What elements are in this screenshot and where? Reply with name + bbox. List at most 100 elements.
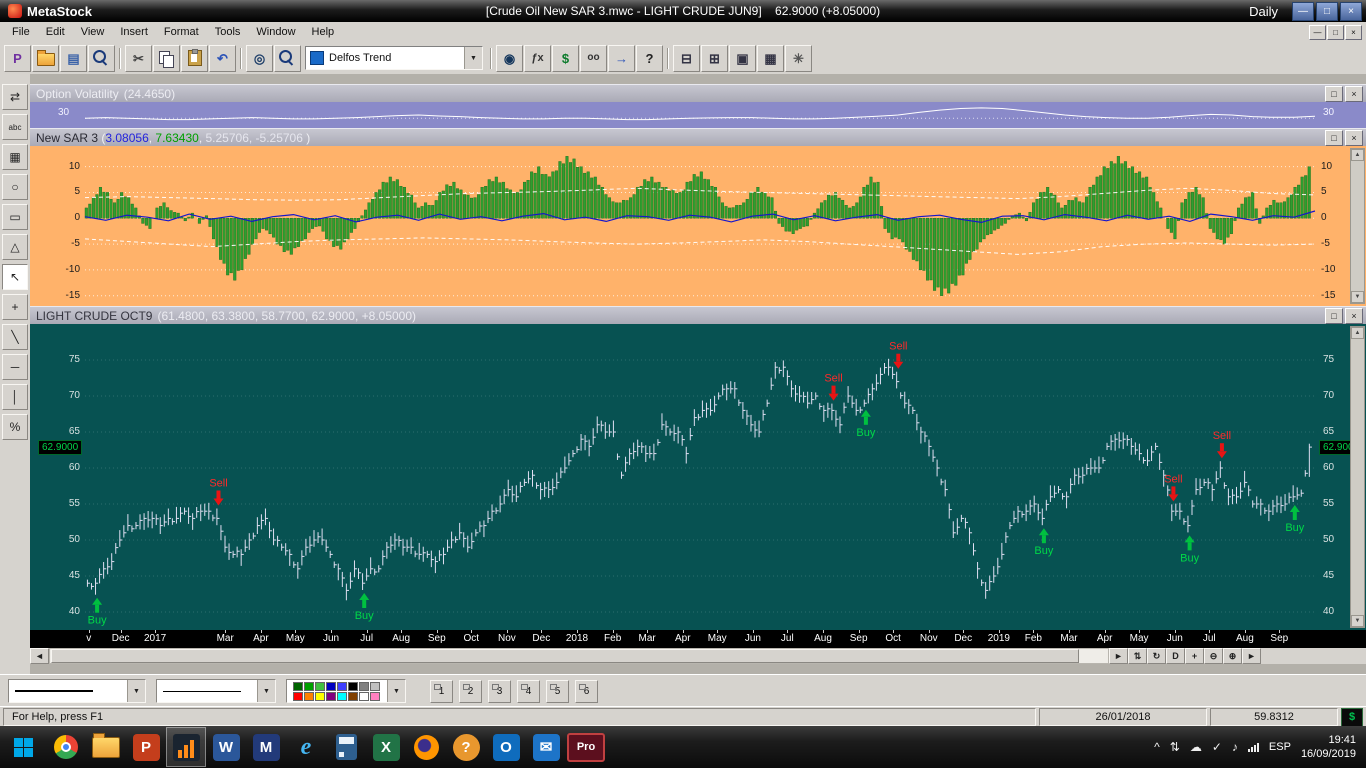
- tile-columns-button[interactable]: ⊞: [701, 45, 728, 72]
- scroll-down-arrow[interactable]: ▼: [1351, 615, 1364, 627]
- line-style-select[interactable]: ▼: [156, 679, 276, 703]
- menu-view[interactable]: View: [73, 24, 113, 40]
- menu-edit[interactable]: Edit: [38, 24, 73, 40]
- tray-cloud-icon[interactable]: ☁: [1190, 740, 1202, 754]
- zoom-in-button[interactable]: ⊕: [1223, 648, 1242, 664]
- undo-button[interactable]: ↶: [209, 45, 236, 72]
- taskbar-chrome-icon[interactable]: [46, 727, 86, 767]
- chart-view-4-button[interactable]: 4: [517, 680, 540, 703]
- color-select[interactable]: ▼: [286, 679, 406, 703]
- workspace-options-button[interactable]: ✳: [785, 45, 812, 72]
- color-swatch[interactable]: [326, 682, 336, 691]
- taskbar-word-icon[interactable]: W: [206, 727, 246, 767]
- taskbar-excel-icon[interactable]: X: [366, 727, 406, 767]
- color-swatch[interactable]: [315, 692, 325, 701]
- combo-dropdown-arrow[interactable]: ▼: [257, 680, 275, 702]
- vertical-line-tool[interactable]: │: [2, 384, 28, 410]
- maximize-button[interactable]: □: [1316, 2, 1338, 21]
- panel-restore-button[interactable]: □: [1325, 86, 1343, 102]
- taskbar-metastock-active-icon[interactable]: [166, 727, 206, 767]
- price-chart[interactable]: BuySellBuySellBuySellBuySellBuySellBuy75…: [30, 324, 1366, 630]
- menu-format[interactable]: Format: [156, 24, 207, 40]
- taskbar-mail-icon[interactable]: ✉: [526, 727, 566, 767]
- page-forward-button[interactable]: ►: [1242, 648, 1261, 664]
- menu-file[interactable]: File: [4, 24, 38, 40]
- combo-dropdown-arrow[interactable]: ▼: [387, 680, 405, 702]
- taskbar-ie-icon[interactable]: e: [286, 727, 326, 767]
- chart-view-2-button[interactable]: 2: [459, 680, 482, 703]
- color-swatch[interactable]: [293, 692, 303, 701]
- periodicity-daily-button[interactable]: D: [1166, 648, 1185, 664]
- cascade-windows-button[interactable]: ▣: [729, 45, 756, 72]
- pointer-tool[interactable]: ↖: [2, 264, 28, 290]
- pan-mode-button[interactable]: +: [1185, 648, 1204, 664]
- color-swatch[interactable]: [359, 692, 369, 701]
- menu-tools[interactable]: Tools: [207, 24, 249, 40]
- indicator-select[interactable]: Delfos Trend▼: [305, 46, 483, 70]
- mdi-close-button[interactable]: ×: [1345, 25, 1362, 40]
- price-panel-titlebar[interactable]: LIGHT CRUDE OCT9 (61.4800, 63.3800, 58.7…: [30, 306, 1366, 326]
- color-swatch[interactable]: [293, 682, 303, 691]
- chart-view-6-button[interactable]: 6: [575, 680, 598, 703]
- close-button[interactable]: ×: [1340, 2, 1362, 21]
- taskbar-firefox-icon[interactable]: [406, 727, 446, 767]
- tray-network-icon[interactable]: [1248, 743, 1259, 752]
- vertical-scale-button[interactable]: ⇅: [1128, 648, 1147, 664]
- explorer-button[interactable]: ◉: [496, 45, 523, 72]
- taskbar-metastock-m-icon[interactable]: M: [246, 727, 286, 767]
- crosshair-button[interactable]: ◎: [246, 45, 273, 72]
- scroll-down-arrow[interactable]: ▼: [1351, 291, 1364, 303]
- panel-vertical-scrollbar[interactable]: ▲▼: [1350, 326, 1365, 628]
- scroll-right-arrow[interactable]: ►: [1109, 648, 1128, 664]
- pane-splitter-tool[interactable]: ⇄: [2, 84, 28, 110]
- menu-insert[interactable]: Insert: [112, 24, 156, 40]
- scroll-up-arrow[interactable]: ▲: [1351, 149, 1364, 161]
- line-weight-select[interactable]: ▼: [8, 679, 146, 703]
- scanner-binoculars-button[interactable]: oo: [580, 45, 607, 72]
- scroll-up-arrow[interactable]: ▲: [1351, 327, 1364, 339]
- taskbar-explorer-icon[interactable]: [86, 727, 126, 767]
- panel-restore-button[interactable]: □: [1325, 130, 1343, 146]
- text-note-tool[interactable]: abc: [2, 114, 28, 140]
- tray-volume-icon[interactable]: ♪: [1232, 740, 1238, 754]
- chart-view-1-button[interactable]: 1: [430, 680, 453, 703]
- combo-dropdown-arrow[interactable]: ▼: [127, 680, 145, 702]
- triangle-tool[interactable]: △: [2, 234, 28, 260]
- sar-panel-titlebar[interactable]: New SAR 3 (3.08056, 7.63430, 5.25706, -5…: [30, 128, 1366, 148]
- taskbar-powerpoint-icon[interactable]: P: [126, 727, 166, 767]
- tray-expand-chevron[interactable]: ^: [1154, 740, 1160, 754]
- menu-help[interactable]: Help: [304, 24, 343, 40]
- panel-restore-button[interactable]: □: [1325, 308, 1343, 324]
- panel-close-button[interactable]: ×: [1345, 308, 1363, 324]
- volatility-chart[interactable]: 3030: [30, 102, 1366, 128]
- color-swatch[interactable]: [326, 692, 336, 701]
- color-swatch[interactable]: [370, 692, 380, 701]
- color-swatch[interactable]: [304, 692, 314, 701]
- paste-button[interactable]: [181, 45, 208, 72]
- open-chart-button[interactable]: [32, 45, 59, 72]
- color-swatch[interactable]: [348, 682, 358, 691]
- color-swatch[interactable]: [348, 692, 358, 701]
- money-button[interactable]: $: [1341, 708, 1363, 727]
- chart-view-5-button[interactable]: 5: [546, 680, 569, 703]
- forecaster-arrow-button[interactable]: →: [608, 45, 635, 72]
- indicator-builder-button[interactable]: ƒx: [524, 45, 551, 72]
- taskbar-pro-icon[interactable]: Pro: [566, 727, 606, 767]
- ellipse-tool[interactable]: ○: [2, 174, 28, 200]
- tray-security-icon[interactable]: ✓: [1212, 740, 1222, 754]
- percent-retracement-tool[interactable]: %: [2, 414, 28, 440]
- panel-close-button[interactable]: ×: [1345, 86, 1363, 102]
- copy-button[interactable]: [153, 45, 180, 72]
- color-swatch[interactable]: [337, 692, 347, 701]
- volatility-panel-titlebar[interactable]: Option Volatility (24.4650) □ ×: [30, 84, 1366, 104]
- chart-layout-button[interactable]: ▤: [60, 45, 87, 72]
- color-swatch[interactable]: [370, 682, 380, 691]
- mdi-restore-button[interactable]: □: [1327, 25, 1344, 40]
- combo-dropdown-arrow[interactable]: ▼: [464, 47, 482, 69]
- minimize-button[interactable]: —: [1292, 2, 1314, 21]
- help-pointer-button[interactable]: ?: [636, 45, 663, 72]
- expert-advisor-button[interactable]: $: [552, 45, 579, 72]
- color-swatch[interactable]: [315, 682, 325, 691]
- taskbar-outlook-icon[interactable]: O: [486, 727, 526, 767]
- menu-window[interactable]: Window: [248, 24, 303, 40]
